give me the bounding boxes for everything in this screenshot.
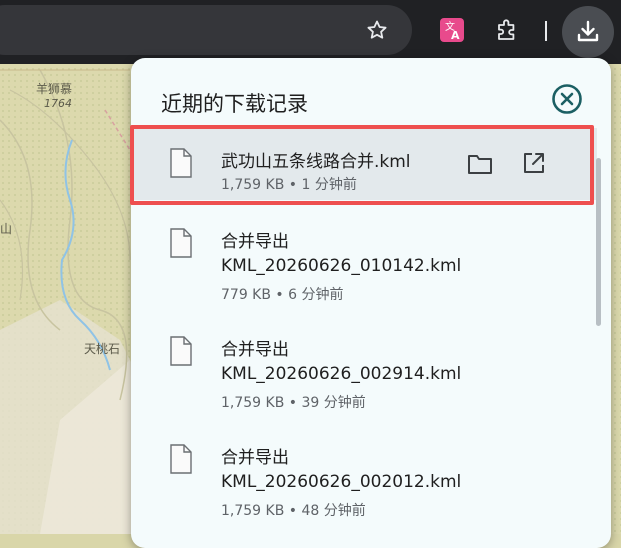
download-icon — [577, 20, 599, 42]
file-meta: 1,759 KB • 48 分钟前 — [221, 503, 366, 519]
file-name: 合并导出 — [221, 340, 289, 360]
translate-icon: 文 A — [440, 18, 464, 42]
browser-toolbar: 文 A — [0, 0, 621, 64]
extensions-icon — [498, 19, 515, 40]
file-icon — [170, 336, 192, 366]
download-item[interactable]: 合并导出 KML_20260626_002012.kml 1,759 KB • … — [131, 424, 597, 534]
translate-button[interactable]: 文 A — [432, 10, 472, 50]
download-item[interactable]: 合并导出 KML_20260626_010142.kml 779 KB • 6 … — [131, 208, 597, 308]
show-in-folder-button[interactable] — [462, 146, 498, 182]
map-label-place: 天桃石 — [84, 342, 121, 356]
open-file-button[interactable] — [516, 145, 552, 181]
file-name: 合并导出 — [221, 448, 289, 468]
file-name: 合并导出 — [221, 232, 289, 252]
bookmark-star-button[interactable] — [357, 10, 397, 50]
file-icon — [170, 228, 192, 258]
folder-icon — [468, 155, 492, 174]
file-name-line2: KML_20260626_002012.kml — [221, 472, 462, 492]
toolbar-separator — [545, 21, 547, 41]
file-icon — [170, 148, 192, 178]
star-icon — [367, 20, 387, 39]
open-external-icon — [524, 153, 544, 173]
file-name-line2: KML_20260626_010142.kml — [221, 256, 462, 276]
download-item[interactable]: 武功山五条线路合并.kml 1,759 KB • 1 分钟前 — [131, 128, 597, 200]
file-meta: 1,759 KB • 39 分钟前 — [221, 395, 366, 411]
close-button[interactable] — [550, 82, 584, 116]
file-meta: 1,759 KB • 1 分钟前 — [221, 177, 357, 193]
map-label-elevation: 1764 — [44, 97, 72, 110]
close-icon — [552, 84, 582, 114]
downloads-button[interactable] — [562, 6, 614, 58]
file-name: 武功山五条线路合并.kml — [221, 152, 411, 172]
svg-text:A: A — [451, 29, 460, 42]
file-icon — [170, 444, 192, 474]
panel-title: 近期的下载记录 — [161, 92, 308, 116]
file-meta: 779 KB • 6 分钟前 — [221, 287, 344, 303]
file-name-line2: KML_20260626_002914.kml — [221, 364, 462, 384]
map-label-mountain: 山 — [0, 222, 13, 236]
download-item[interactable]: 合并导出 KML_20260626_002914.kml 1,759 KB • … — [131, 316, 597, 416]
downloads-panel: 近期的下载记录 武功山五条线路合并.kml 1,759 KB • 1 分钟前 合… — [131, 58, 611, 548]
address-bar[interactable] — [0, 5, 412, 55]
panel-scrollbar[interactable] — [596, 158, 601, 326]
extensions-button[interactable] — [487, 10, 527, 50]
map-label-peak: 羊狮慕 — [36, 82, 73, 96]
